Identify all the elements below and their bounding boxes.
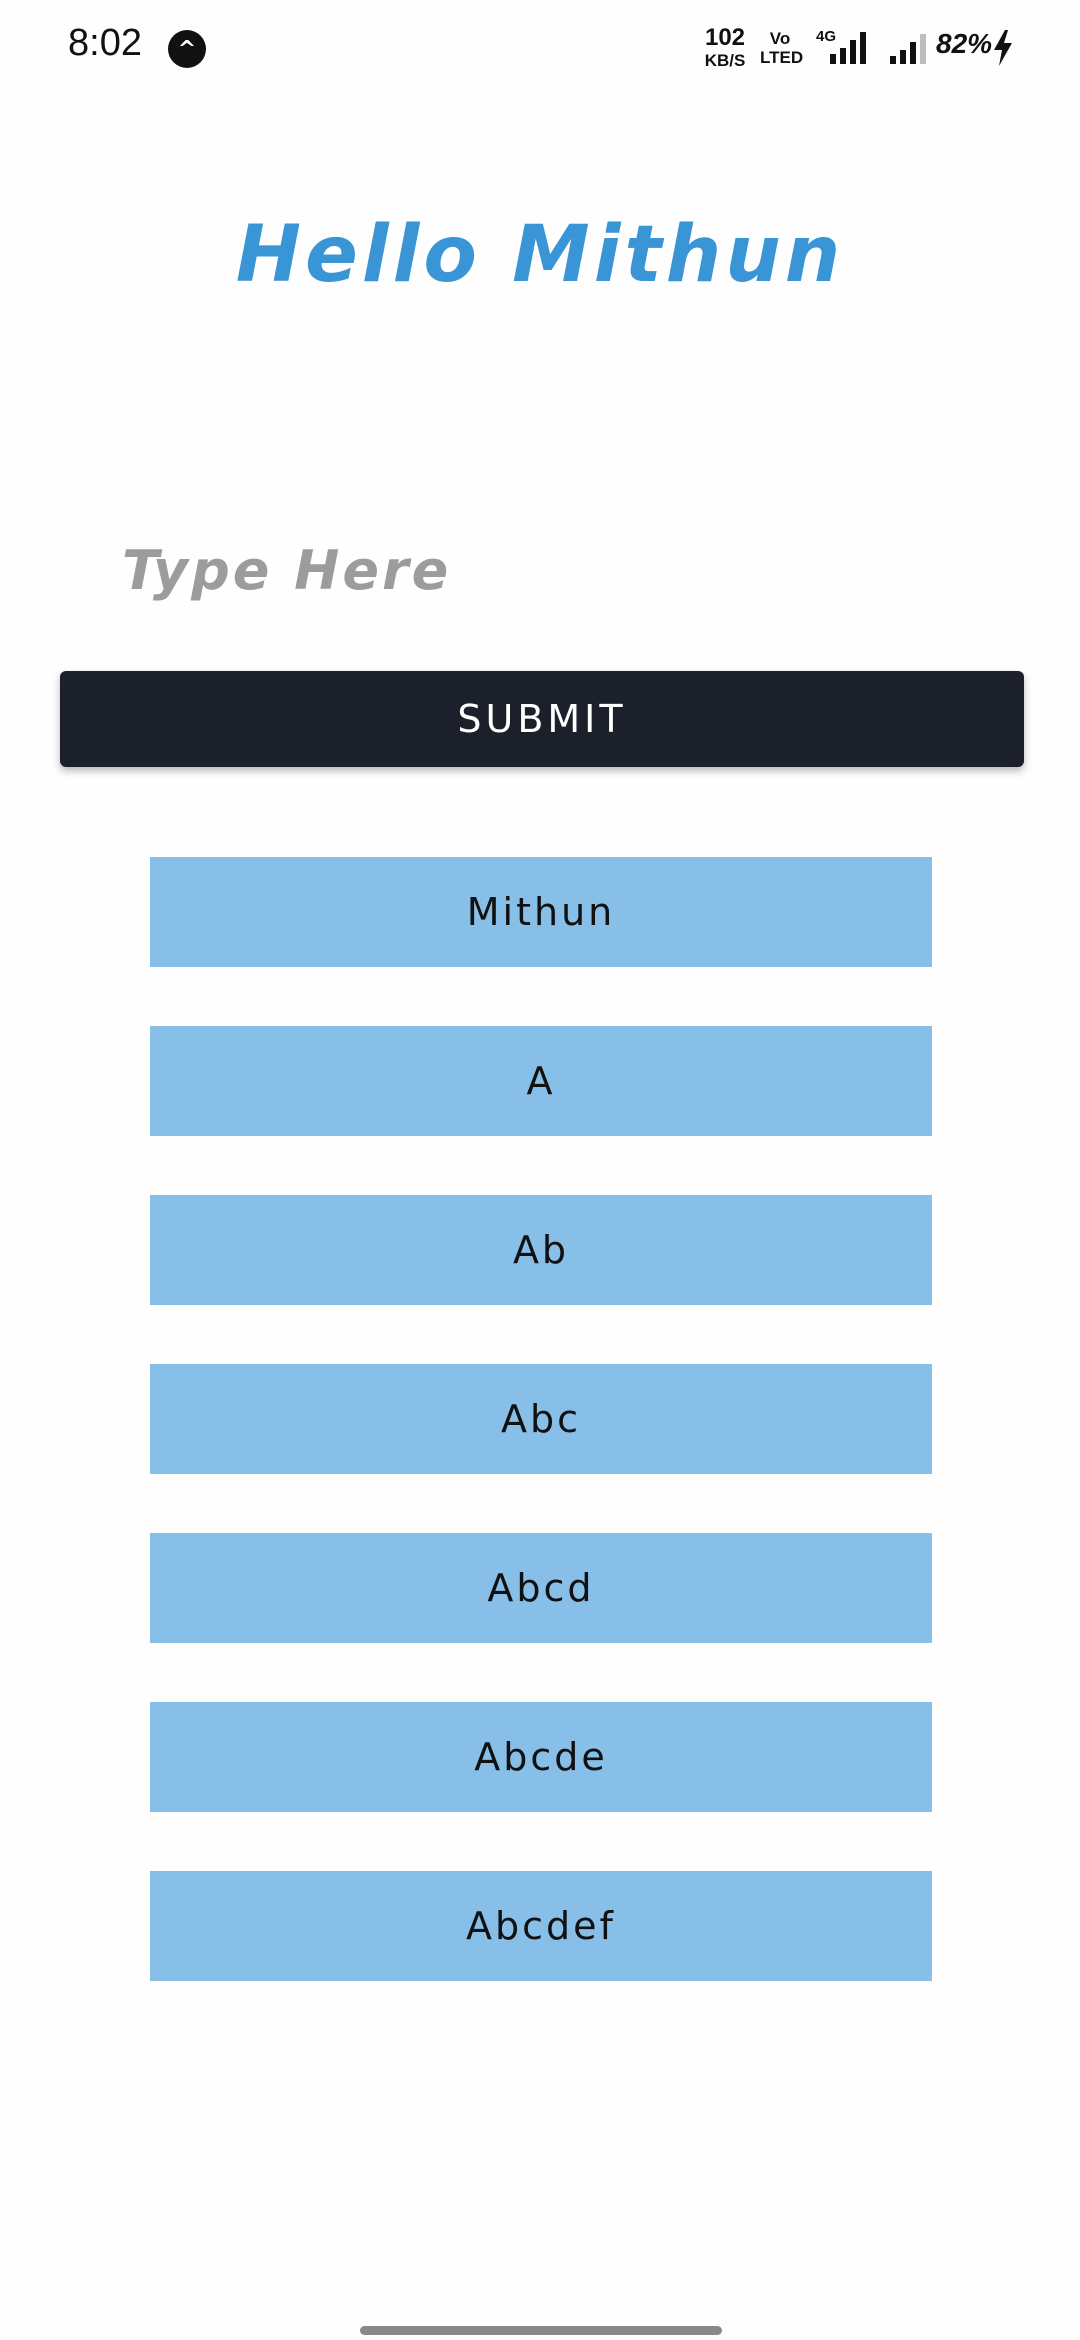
volte-indicator: Vo LTED	[760, 29, 804, 67]
battery-level: 82%	[936, 28, 993, 59]
list-item[interactable]: Ab	[150, 1195, 932, 1305]
charging-bolt-icon	[994, 30, 1012, 66]
list-item[interactable]: Abcde	[150, 1702, 932, 1812]
volte-bottom-text: LTED	[760, 48, 804, 67]
submit-button[interactable]: SUBMIT	[60, 671, 1024, 767]
network-speed: 102 KB/S	[700, 24, 750, 70]
signal-strength-icon	[830, 32, 866, 64]
network-speed-unit: KB/S	[704, 51, 746, 70]
app-screen: 8:02 ^ 102 KB/S Vo LTED 4G 82% Hello Mit	[0, 0, 1080, 2340]
volte-top-text: Vo	[769, 29, 791, 48]
status-bar: 8:02 ^ 102 KB/S Vo LTED 4G 82%	[0, 0, 1080, 100]
list-item[interactable]: A	[150, 1026, 932, 1136]
list-item[interactable]: Mithun	[150, 857, 932, 967]
text-input-field[interactable]	[110, 520, 970, 620]
greeting-title: Hello Mithun	[235, 210, 845, 300]
app-notification-icon: ^	[168, 30, 206, 68]
home-indicator[interactable]	[360, 2326, 722, 2335]
network-speed-value: 102	[704, 24, 746, 51]
list-item[interactable]: Abc	[150, 1364, 932, 1474]
item-list: Mithun A Ab Abc Abcd Abcde Abcdef	[150, 857, 932, 2040]
signal-strength-icon	[890, 34, 926, 64]
list-item[interactable]: Abcdef	[150, 1871, 932, 1981]
list-item[interactable]: Abcd	[150, 1533, 932, 1643]
status-time: 8:02	[68, 22, 142, 64]
